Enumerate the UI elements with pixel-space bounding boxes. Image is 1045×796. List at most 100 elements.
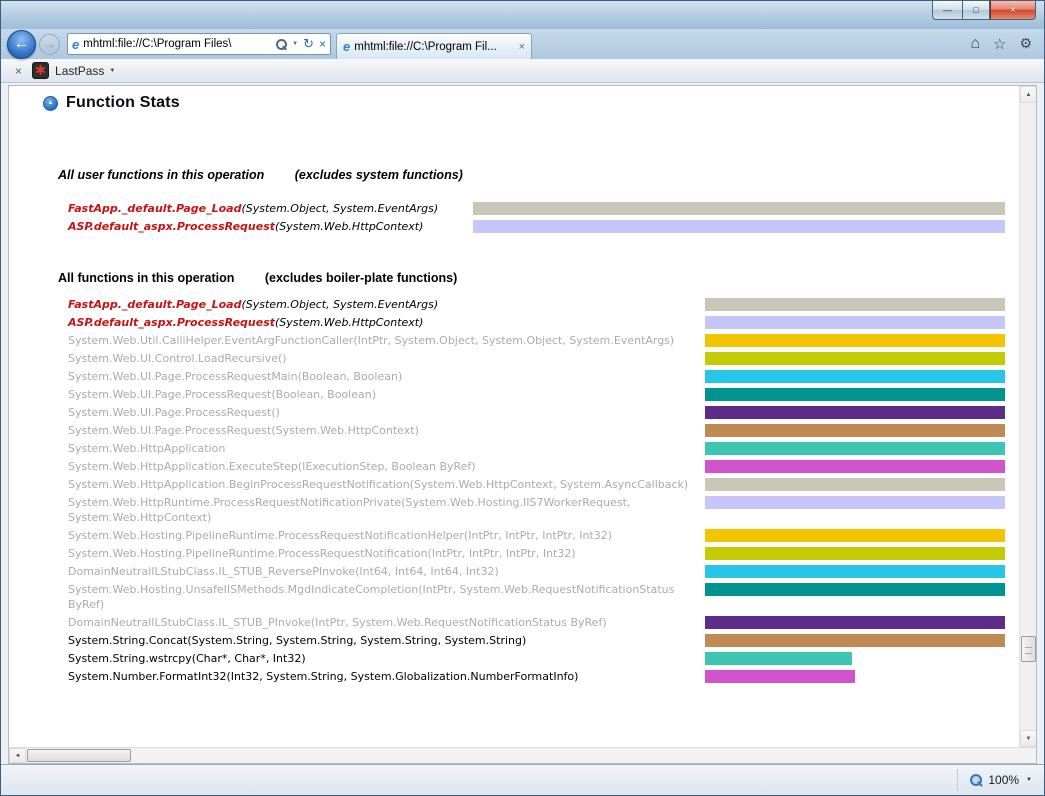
tab-favicon: e (343, 39, 350, 54)
toolbar-close-icon[interactable]: × (15, 64, 22, 78)
bar-track (705, 297, 1005, 312)
status-bar: 100% ▼ (1, 764, 1044, 795)
scroll-up-icon: ▲ (1026, 92, 1032, 98)
scroll-up-button[interactable]: ▲ (1020, 86, 1037, 103)
function-label: System.Web.Hosting.PipelineRuntime.Proce… (68, 528, 705, 543)
function-name: System.Number.FormatInt32(Int32, System.… (68, 670, 578, 683)
collapse-section-button[interactable]: ▲ (43, 96, 58, 111)
bar-track (705, 405, 1005, 420)
function-row: FastApp._default.Page_Load(System.Object… (68, 297, 1005, 312)
scroll-down-icon: ▼ (1026, 736, 1032, 742)
zoom-dropdown-icon[interactable]: ▼ (1026, 777, 1032, 783)
duration-bar (705, 652, 852, 665)
duration-bar (705, 316, 1005, 329)
function-label: System.Web.Hosting.UnsafeIISMethods.MgdI… (68, 582, 705, 612)
back-button[interactable]: ← (7, 30, 36, 59)
bar-track (705, 615, 1005, 630)
browser-tab[interactable]: e mhtml:file://C:\Program Fil... × (336, 33, 532, 59)
bar-track (705, 477, 1005, 492)
function-label: System.Web.UI.Page.ProcessRequest() (68, 405, 705, 420)
duration-bar (705, 670, 855, 683)
function-label: System.Web.UI.Page.ProcessRequest(System… (68, 423, 705, 438)
lastpass-dropdown-icon[interactable]: ▼ (109, 68, 115, 74)
ie-page-icon: e (72, 37, 79, 52)
function-label: System.Web.Util.CalliHelper.EventArgFunc… (68, 333, 705, 348)
function-row: System.Web.Hosting.PipelineRuntime.Proce… (68, 528, 1005, 543)
forward-arrow-icon: → (44, 37, 56, 51)
address-url[interactable]: mhtml:file://C:\Program Files\ (83, 38, 276, 50)
stop-icon[interactable]: × (319, 37, 326, 51)
function-row: System.Web.Hosting.UnsafeIISMethods.MgdI… (68, 582, 1005, 612)
vertical-scrollbar-thumb[interactable] (1021, 636, 1036, 662)
function-name: System.Web.Util.CalliHelper.EventArgFunc… (68, 334, 674, 347)
function-name: System.Web.UI.Page.ProcessRequest(System… (68, 424, 419, 437)
scroll-left-button[interactable]: ◄ (9, 748, 26, 763)
bar-track (705, 315, 1005, 330)
function-name: System.String.wstrcpy(Char*, Char*, Int3… (68, 652, 306, 665)
function-row: System.Web.UI.Page.ProcessRequest(Boolea… (68, 387, 1005, 402)
favorites-star-icon[interactable]: ☆ (993, 35, 1006, 53)
duration-bar (705, 583, 1005, 596)
function-name: System.Web.UI.Page.ProcessRequestMain(Bo… (68, 370, 402, 383)
bar-track (705, 546, 1005, 561)
function-label: ASP.default_aspx.ProcessRequest(System.W… (68, 315, 705, 330)
duration-bar (705, 547, 1005, 560)
horizontal-scrollbar[interactable]: ◄ (8, 747, 1037, 764)
refresh-icon[interactable]: ↻ (303, 36, 314, 52)
duration-bar (705, 478, 1005, 491)
minimize-button[interactable]: — (932, 1, 962, 20)
duration-bar (705, 529, 1005, 542)
function-label: System.Web.UI.Page.ProcessRequest(Boolea… (68, 387, 705, 402)
bar-track (473, 201, 1005, 216)
function-row: System.String.Concat(System.String, Syst… (68, 633, 1005, 648)
function-label: System.String.wstrcpy(Char*, Char*, Int3… (68, 651, 705, 666)
report-page: ▲ Function Stats All user functions in t… (9, 86, 1019, 747)
function-name: DomainNeutralILStubClass.IL_STUB_Reverse… (68, 565, 499, 578)
function-row: DomainNeutralILStubClass.IL_STUB_Reverse… (68, 564, 1005, 579)
address-dropdown-icon[interactable]: ▼ (292, 41, 298, 47)
function-label: System.Web.HttpRuntime.ProcessRequestNot… (68, 495, 705, 525)
function-name: System.Web.Hosting.PipelineRuntime.Proce… (68, 547, 576, 560)
function-label: System.String.Concat(System.String, Syst… (68, 633, 705, 648)
title-bar[interactable]: — □ × (1, 1, 1044, 29)
home-icon[interactable]: ⌂ (970, 35, 980, 53)
function-label: DomainNeutralILStubClass.IL_STUB_Reverse… (68, 564, 705, 579)
lastpass-toolbar: × ∗ LastPass ▼ (1, 59, 1044, 83)
lastpass-menu[interactable]: LastPass (55, 64, 104, 78)
tab-title[interactable]: mhtml:file://C:\Program Fil... (354, 41, 514, 53)
function-label: DomainNeutralILStubClass.IL_STUB_PInvoke… (68, 615, 705, 630)
vertical-scrollbar[interactable]: ▲ ▼ (1019, 86, 1036, 747)
duration-bar (705, 634, 1005, 647)
close-button[interactable]: × (990, 1, 1036, 20)
function-label: ASP.default_aspx.ProcessRequest(System.W… (68, 219, 473, 234)
bar-track (705, 333, 1005, 348)
zoom-control[interactable]: 100% ▼ (957, 769, 1032, 791)
address-bar[interactable]: e mhtml:file://C:\Program Files\ ▼ ↻ × (67, 33, 331, 55)
back-arrow-icon: ← (14, 35, 30, 53)
forward-button[interactable]: → (39, 34, 60, 55)
duration-bar (705, 334, 1005, 347)
maximize-icon: □ (973, 5, 978, 15)
tools-gear-icon[interactable]: ⚙ (1019, 36, 1032, 52)
duration-bar (705, 370, 1005, 383)
function-name: System.Web.Hosting.UnsafeIISMethods.MgdI… (68, 583, 674, 611)
function-name: ASP.default_aspx.ProcessRequest (68, 220, 275, 233)
function-row: System.Web.UI.Page.ProcessRequest(System… (68, 423, 1005, 438)
section-heading: All functions in this operation (58, 271, 234, 285)
search-icon[interactable] (276, 39, 287, 50)
function-name: System.Web.UI.Page.ProcessRequest(Boolea… (68, 388, 376, 401)
browser-window: — □ × ← → e mhtml:file://C:\Program File… (0, 0, 1045, 796)
window-controls: — □ × (932, 1, 1036, 20)
horizontal-scrollbar-thumb[interactable] (27, 749, 131, 762)
function-name: FastApp._default.Page_Load (68, 202, 241, 215)
function-name: System.Web.HttpRuntime.ProcessRequestNot… (68, 496, 630, 524)
function-label: System.Web.UI.Control.LoadRecursive() (68, 351, 705, 366)
tab-close-icon[interactable]: × (519, 41, 525, 53)
scroll-down-button[interactable]: ▼ (1020, 730, 1037, 747)
function-name: System.Web.UI.Control.LoadRecursive() (68, 352, 287, 365)
lastpass-icon[interactable]: ∗ (32, 62, 49, 79)
bar-track (705, 369, 1005, 384)
maximize-button[interactable]: □ (962, 1, 990, 20)
duration-bar (705, 424, 1005, 437)
bar-track (705, 669, 1005, 684)
